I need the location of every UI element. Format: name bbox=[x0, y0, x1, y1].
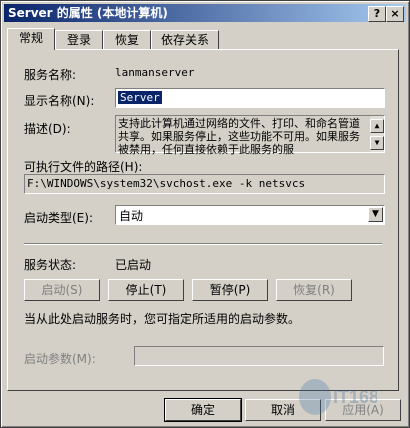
display-name-label: 显示名称(N): bbox=[24, 94, 95, 108]
tab-general[interactable]: 常规 bbox=[7, 28, 55, 50]
properties-dialog: Server 的属性 (本地计算机) ? × 常规 登录 恢复 依存关系 服务名… bbox=[0, 0, 410, 428]
service-name-label: 服务名称: bbox=[24, 68, 77, 82]
tab-dependencies[interactable]: 依存关系 bbox=[151, 30, 219, 49]
tab-recovery[interactable]: 恢复 bbox=[103, 30, 151, 49]
stop-button[interactable]: 停止(T) bbox=[108, 279, 184, 301]
close-button[interactable]: × bbox=[386, 6, 404, 22]
service-status-value: 已启动 bbox=[115, 258, 152, 272]
watermark-text: IT168.com bbox=[333, 387, 377, 407]
display-name-field[interactable]: Server bbox=[115, 88, 385, 108]
params-label: 启动参数(M): bbox=[24, 352, 96, 366]
description-field[interactable]: 支持此计算机通过网络的文件、打印、和命名管道共享。如果服务停止，这些功能不可用。… bbox=[115, 115, 385, 156]
ok-button[interactable]: 确定 bbox=[165, 399, 241, 421]
startup-type-select[interactable]: 自动 ▼ bbox=[115, 205, 385, 225]
params-field[interactable] bbox=[134, 346, 384, 366]
start-button[interactable]: 启动(S) bbox=[24, 279, 100, 301]
scroll-down-icon[interactable]: ▼ bbox=[370, 136, 384, 150]
window-title: Server 的属性 (本地计算机) bbox=[8, 6, 168, 20]
startup-type-label: 启动类型(E): bbox=[24, 211, 93, 225]
watermark-logo: IT168.com bbox=[297, 375, 410, 419]
params-hint: 当从此处启动服务时，您可指定所适用的启动参数。 bbox=[24, 312, 301, 326]
startup-type-value: 自动 bbox=[119, 209, 144, 223]
pause-button[interactable]: 暂停(P) bbox=[192, 279, 268, 301]
help-button[interactable]: ? bbox=[368, 6, 386, 22]
scroll-up-icon[interactable]: ▲ bbox=[370, 119, 384, 133]
description-scrollbar[interactable]: ▲ ▼ bbox=[370, 116, 384, 152]
description-label: 描述(D): bbox=[24, 122, 71, 136]
divider bbox=[24, 243, 382, 245]
exe-path-label: 可执行文件的路径(H): bbox=[24, 160, 143, 174]
resume-button[interactable]: 恢复(R) bbox=[276, 279, 352, 301]
display-name-value: Server bbox=[118, 91, 162, 104]
chevron-down-icon[interactable]: ▼ bbox=[368, 207, 383, 222]
tab-logon[interactable]: 登录 bbox=[55, 30, 103, 49]
service-name-value: lanmanserver bbox=[115, 66, 195, 79]
exe-path-value: F:\WINDOWS\system32\svchost.exe -k netsv… bbox=[27, 177, 306, 190]
general-panel: 服务名称: lanmanserver 显示名称(N): Server 描述(D)… bbox=[7, 49, 399, 391]
service-status-label: 服务状态: bbox=[24, 258, 77, 272]
title-bar: Server 的属性 (本地计算机) ? × bbox=[4, 4, 406, 22]
exe-path-field: F:\WINDOWS\system32\svchost.exe -k netsv… bbox=[24, 174, 385, 194]
description-text: 支持此计算机通过网络的文件、打印、和命名管道共享。如果服务停止，这些功能不可用。… bbox=[118, 117, 360, 156]
